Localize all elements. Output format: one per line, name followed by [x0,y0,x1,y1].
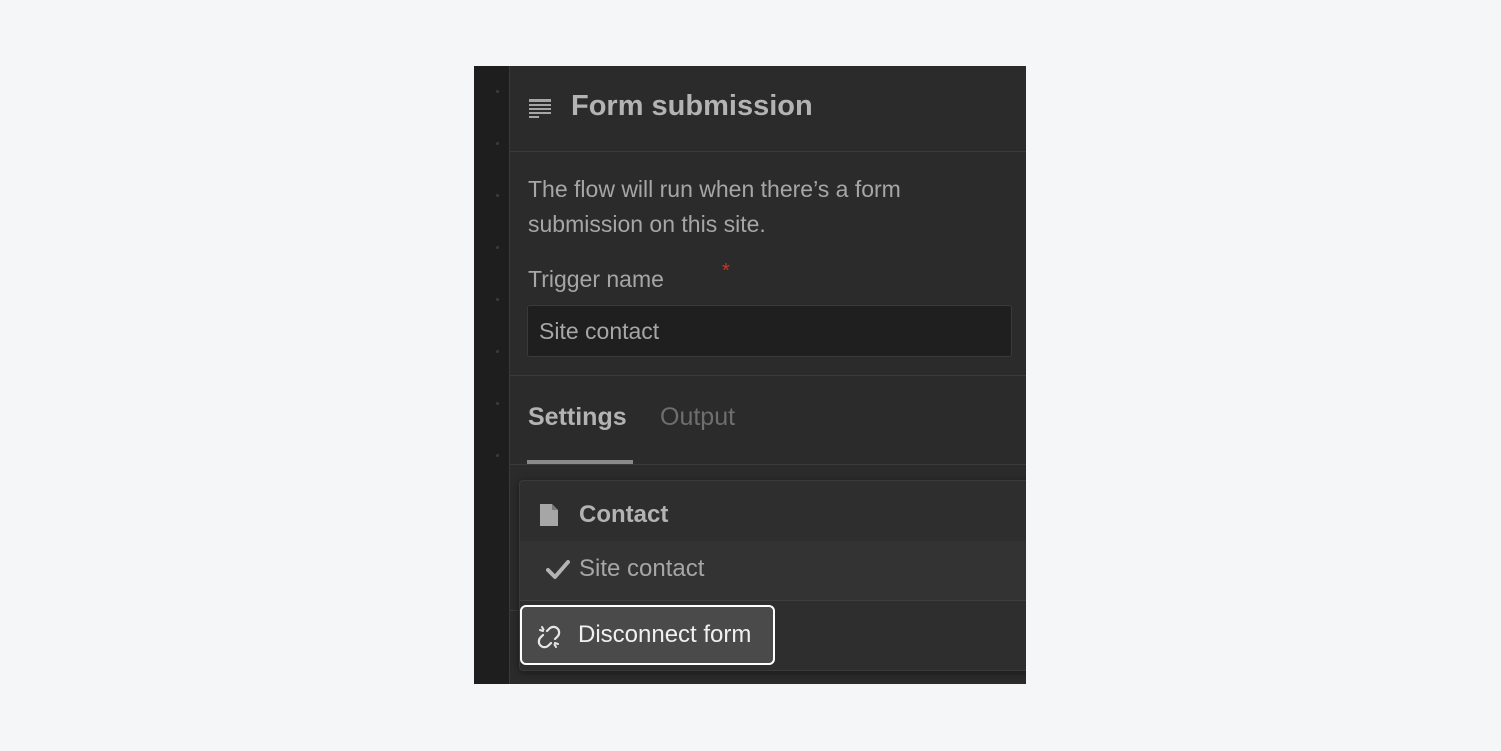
trigger-name-input[interactable]: Site contact [527,305,1012,357]
trigger-panel: Form submission The flow will run when t… [510,66,1026,684]
rail-dot [496,350,499,353]
dropdown-option-site-contact[interactable]: Site contact [520,541,1026,601]
trigger-description: The flow will run when there’s a form su… [528,176,901,237]
tab-output[interactable]: Output [660,403,735,432]
document-icon [538,503,560,527]
rail-dot [496,298,499,301]
rail-dot [496,246,499,249]
left-rail [474,66,510,684]
rail-dot [496,194,499,197]
dropdown-group-header: Contact [520,481,1026,541]
unlink-icon [537,625,561,649]
panel-title: Form submission [571,90,813,122]
divider [510,464,1026,465]
check-icon [546,559,570,581]
form-lines-icon [528,96,552,120]
disconnect-form-label: Disconnect form [578,621,752,648]
divider [510,375,1026,376]
rail-dot [496,142,499,145]
trigger-settings-screenshot: Form submission The flow will run when t… [474,66,1026,684]
disconnect-form-button[interactable]: Disconnect form [520,605,775,665]
trigger-name-label: Trigger name [528,266,664,292]
rail-dot [496,454,499,457]
panel-header: Form submission [510,66,1026,152]
dropdown-group-label: Contact [579,501,669,528]
required-indicator: * [722,260,730,282]
tab-settings[interactable]: Settings [528,403,627,432]
rail-dot [496,90,499,93]
dropdown-option-label: Site contact [579,555,705,582]
rail-dot [496,402,499,405]
